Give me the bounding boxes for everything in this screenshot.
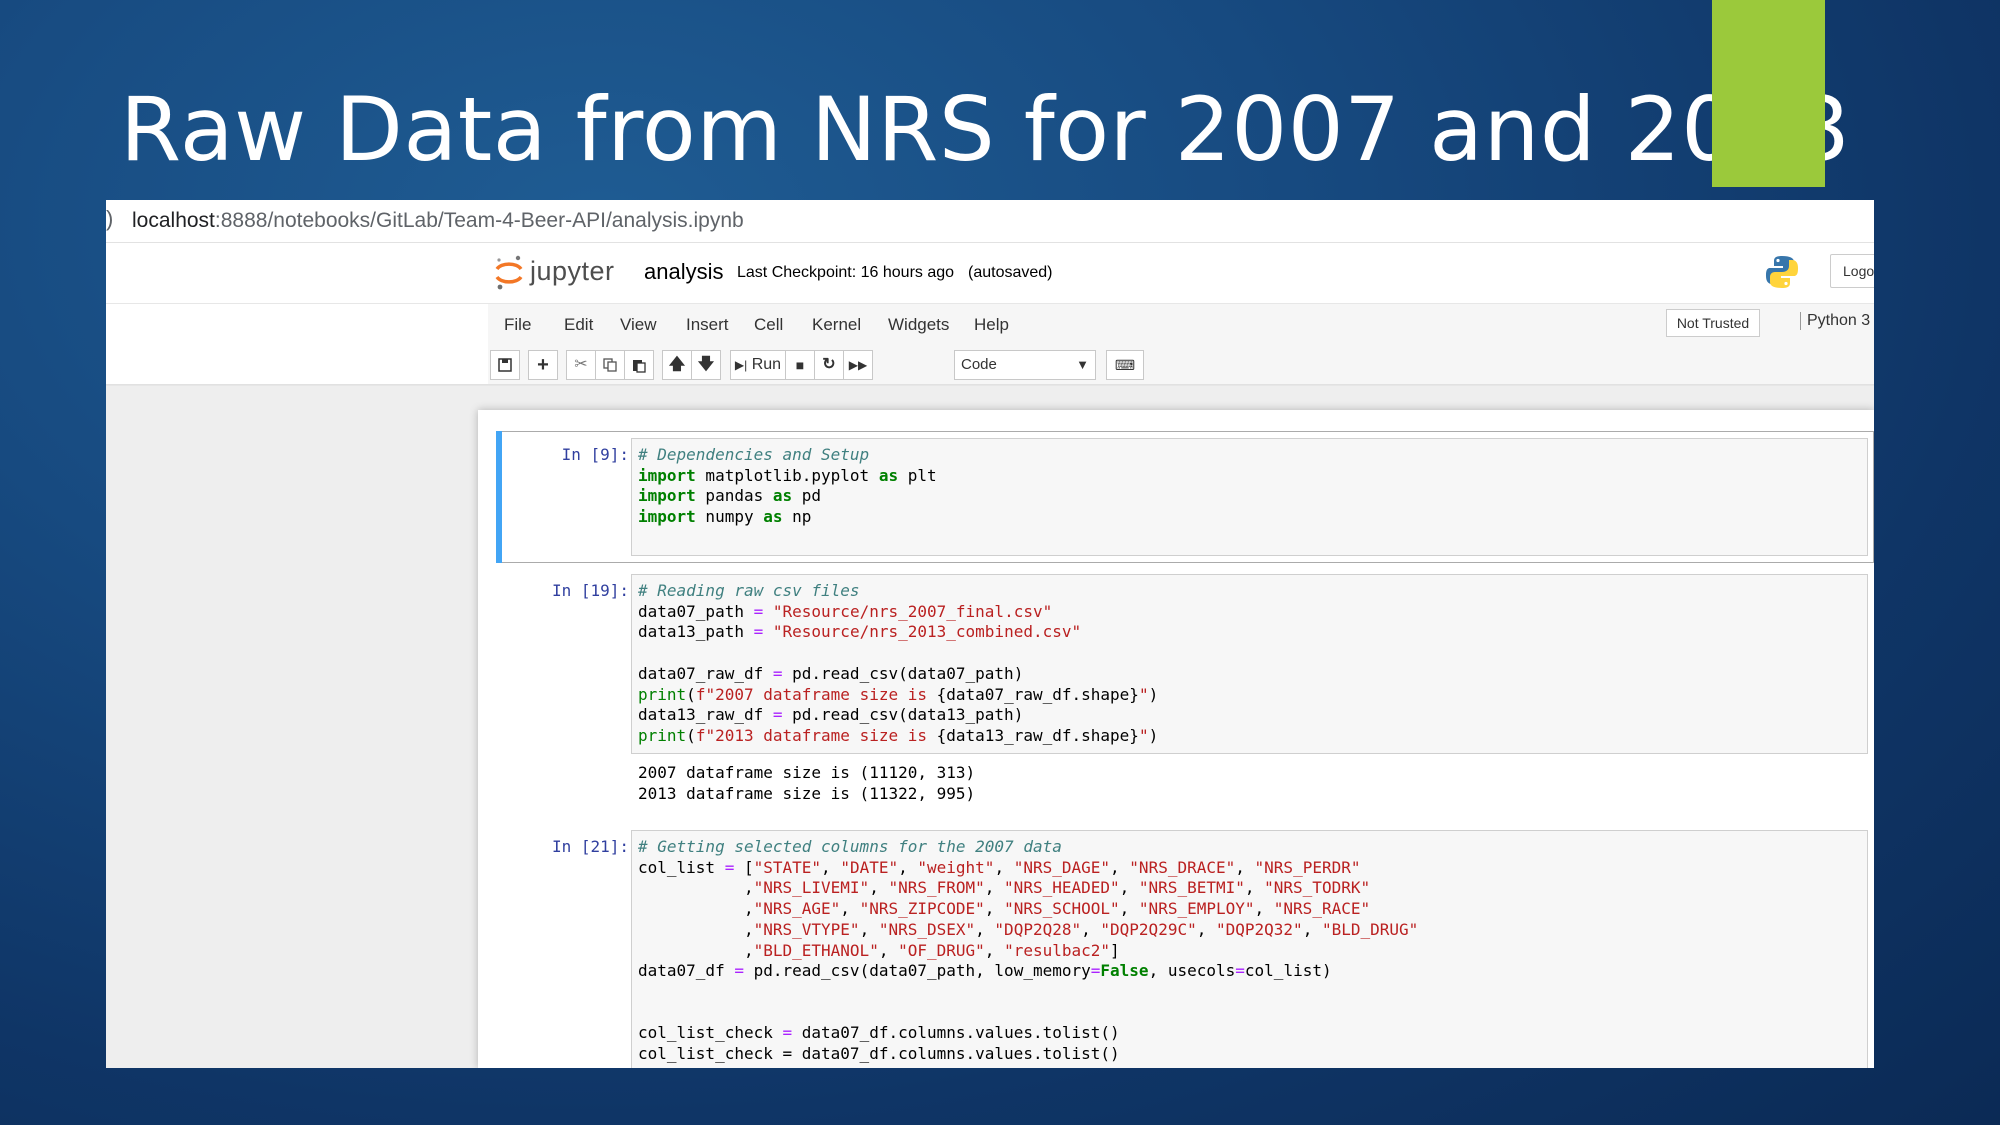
menu-kernel[interactable]: Kernel: [812, 315, 861, 335]
stop-icon: ■: [795, 357, 805, 373]
restart-icon: ↻: [822, 356, 836, 373]
code-line: col_list_check = data07_df.columns.value…: [638, 1023, 1120, 1043]
move-down-button[interactable]: 🡇: [691, 350, 721, 380]
plus-icon: +: [537, 354, 549, 376]
code-line: col_list = ["STATE", "DATE", "weight", "…: [638, 857, 1361, 877]
code-line: data07_df = pd.read_csv(data07_path, low…: [638, 961, 1332, 981]
url-path: :8888/notebooks/GitLab/Team-4-Beer-API/a…: [214, 209, 744, 232]
accent-bar: [1712, 0, 1825, 187]
code-line: data07_raw_df = pd.read_csv(data07_path): [638, 663, 1024, 683]
run-button[interactable]: ▶| Run: [730, 350, 786, 380]
code-line: print(f"2013 dataframe size is {data13_r…: [638, 725, 1159, 745]
jupyter-logo-text[interactable]: jupyter: [530, 256, 615, 287]
jupyter-logo-icon[interactable]: [494, 252, 524, 292]
menu-widgets[interactable]: Widgets: [888, 315, 949, 335]
code-line: # Getting selected columns for the 2007 …: [638, 837, 1062, 856]
kernel-indicator: Python 3: [1800, 312, 1870, 330]
menu-view[interactable]: View: [620, 315, 657, 335]
menu-file[interactable]: File: [504, 315, 531, 335]
cell-type-value: Code: [961, 356, 997, 373]
interrupt-button[interactable]: ■: [785, 350, 815, 380]
cell-prompt: In [19]:: [551, 581, 629, 600]
menu-cell[interactable]: Cell: [754, 315, 783, 335]
scissors-icon: ✂: [574, 356, 588, 373]
code-line: data13_raw_df = pd.read_csv(data13_path): [638, 705, 1024, 725]
menu-help[interactable]: Help: [974, 315, 1009, 335]
fast-forward-icon: ▶▶: [848, 358, 868, 372]
copy-icon: [603, 358, 617, 372]
code-line: import matplotlib.pyplot as plt: [638, 465, 937, 485]
browser-url-bar[interactable]: ) localhost:8888/notebooks/GitLab/Team-4…: [106, 200, 1874, 243]
paste-button[interactable]: [624, 350, 654, 380]
cut-button[interactable]: ✂: [566, 350, 596, 380]
code-line: print(f"2007 dataframe size is {data07_r…: [638, 684, 1159, 704]
arrow-down-icon: 🡇: [697, 356, 715, 373]
code-line: data13_path = "Resource/nrs_2013_combine…: [638, 622, 1082, 642]
slide-title: Raw Data from NRS for 2007 and 2013: [120, 78, 1851, 181]
insert-cell-button[interactable]: +: [528, 350, 558, 380]
not-trusted-badge[interactable]: Not Trusted: [1666, 309, 1760, 337]
code-line: import numpy as np: [638, 507, 812, 527]
cell-prompt: In [21]:: [551, 837, 629, 856]
menu-insert[interactable]: Insert: [686, 315, 729, 335]
cell-prompt: In [9]:: [561, 445, 629, 464]
code-line: ,"BLD_ETHANOL", "OF_DRUG", "resulbac2"]: [638, 940, 1120, 960]
jupyter-screenshot: ) localhost:8888/notebooks/GitLab/Team-4…: [106, 200, 1874, 1068]
code-line: # Dependencies and Setup: [638, 445, 870, 464]
output-line: 2013 dataframe size is (11322, 995): [638, 783, 976, 803]
paste-icon: [633, 359, 646, 373]
python-logo-icon: [1766, 256, 1798, 288]
code-line: data07_path = "Resource/nrs_2007_final.c…: [638, 601, 1053, 621]
url-text[interactable]: localhost:8888/notebooks/GitLab/Team-4-B…: [132, 209, 744, 233]
info-icon: ): [106, 206, 114, 231]
code-line: import pandas as pd: [638, 486, 822, 506]
code-line: ,"NRS_LIVEMI", "NRS_FROM", "NRS_HEADED",…: [638, 878, 1371, 898]
move-up-button[interactable]: 🡅: [662, 350, 692, 380]
command-palette-button[interactable]: ⌨: [1106, 350, 1144, 380]
cell-type-select[interactable]: Code ▼: [954, 350, 1096, 380]
save-button[interactable]: [490, 350, 520, 380]
restart-run-all-button[interactable]: ▶▶: [843, 350, 873, 380]
restart-button[interactable]: ↻: [814, 350, 844, 380]
menu-edit[interactable]: Edit: [564, 315, 593, 335]
code-line: ,"NRS_VTYPE", "NRS_DSEX", "DQP2Q28", "DQ…: [638, 919, 1419, 939]
code-line: ,"NRS_AGE", "NRS_ZIPCODE", "NRS_SCHOOL",…: [638, 899, 1371, 919]
logout-button[interactable]: Logo: [1830, 254, 1874, 288]
keyboard-icon: ⌨: [1114, 357, 1136, 373]
code-line: col_list_check = data07_df.columns.value…: [638, 1044, 1120, 1063]
code-line: # Reading raw csv files: [638, 581, 860, 600]
notebook-name[interactable]: analysis: [644, 259, 723, 285]
step-forward-icon: ▶|: [734, 358, 748, 372]
chevron-down-icon: ▼: [1076, 357, 1089, 372]
copy-button[interactable]: [595, 350, 625, 380]
url-host: localhost: [132, 209, 215, 232]
autosave-status: (autosaved): [968, 264, 1053, 281]
run-label: Run: [751, 356, 782, 373]
save-icon: [498, 358, 512, 372]
arrow-up-icon: 🡅: [668, 356, 686, 373]
output-line: 2007 dataframe size is (11120, 313): [638, 763, 976, 782]
checkpoint-status: Last Checkpoint: 16 hours ago: [737, 264, 955, 281]
